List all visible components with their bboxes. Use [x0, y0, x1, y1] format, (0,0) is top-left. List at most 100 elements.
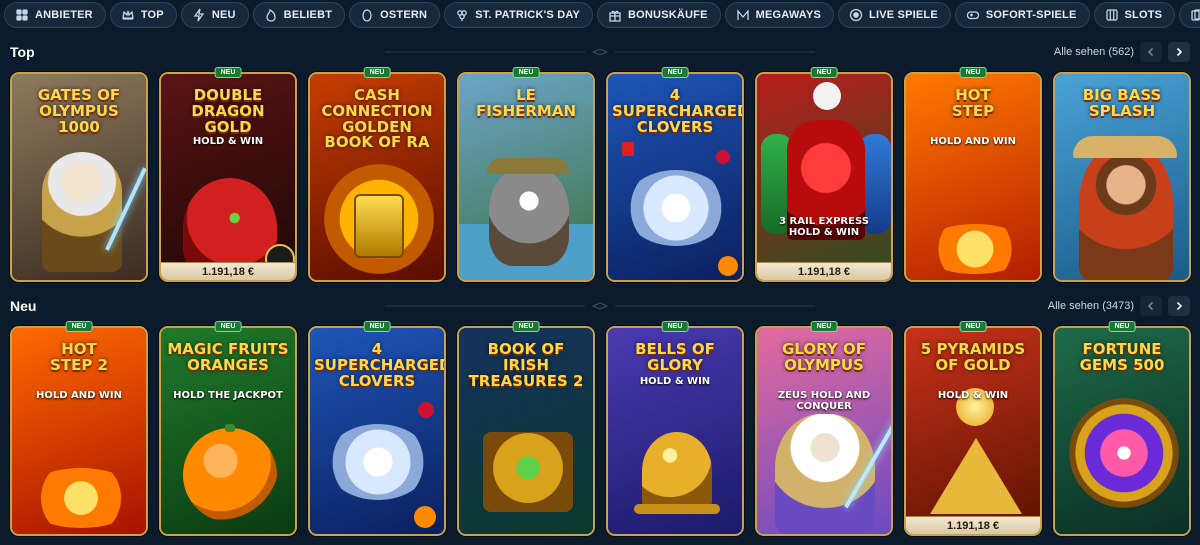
game-tile[interactable]: 4 Supercharged Clovers — [606, 72, 744, 282]
game-subtitle: HOLD & WIN — [192, 136, 264, 147]
game-subtitle: HOLD AND WIN — [929, 136, 1017, 147]
flame-icon — [266, 8, 276, 22]
nav-pill-bonuskäufe[interactable]: BONUSKÄUFE — [597, 2, 721, 28]
new-badge: NEU — [661, 321, 689, 332]
game-tile[interactable]: Le Fisherman — [457, 72, 595, 282]
new-badge: NEU — [959, 67, 987, 78]
game-tile[interactable]: 5 Pyramids of Gold HOLD & WIN 1.191,18 € — [904, 326, 1042, 536]
game-tile[interactable]: Fortune Gems 500 — [1053, 326, 1191, 536]
game-title: Bells of Glory — [635, 340, 715, 374]
nav-pill-label: ANBIETER — [35, 9, 93, 21]
nav-pill-label: LIVE SPIELE — [869, 9, 938, 21]
chevron-left-icon — [1147, 301, 1154, 311]
game-title: Double Dragon Gold — [191, 86, 265, 136]
nav-pill-ostern[interactable]: OSTERN — [349, 2, 441, 28]
nav-pill-live-spiele[interactable]: LIVE SPIELE — [838, 2, 951, 28]
new-badge: NEU — [512, 321, 540, 332]
section-title: Neu — [10, 298, 37, 314]
grid-icon — [16, 9, 28, 21]
lightning-icon — [193, 8, 205, 22]
games-row-top: Gates of Olympus 1000 Double Dragon Gold H… — [10, 67, 1194, 282]
game-card: Hot Step HOLD AND WIN NEU — [904, 67, 1042, 282]
game-title: Book of Irish Treasures 2 — [468, 340, 584, 390]
egg-icon — [362, 9, 372, 22]
nav-pill-label: MEGAWAYS — [755, 9, 822, 21]
see-all-link[interactable]: Alle sehen (3473) — [1048, 300, 1134, 312]
category-nav: ANBIETER TOP NEU BELIEBT OSTERN ST. PATRICK'S… — [0, 0, 1200, 32]
nav-pill-label: ST. PATRICK'S DAY — [475, 9, 581, 21]
new-badge: NEU — [810, 67, 838, 78]
game-card: 4 Supercharged Clovers NEU — [308, 321, 446, 536]
cards-icon — [1191, 9, 1200, 21]
game-tile[interactable]: Cash Connection Golden Book of Ra — [308, 72, 446, 282]
slot-machine-icon — [1105, 9, 1118, 21]
game-title: Big Bass Splash — [1082, 86, 1162, 120]
megaways-icon — [736, 9, 749, 20]
game-tile[interactable]: Magic Fruits Oranges HOLD THE JACKPOT — [159, 326, 297, 536]
game-tile[interactable]: Glory of Olympus ZEUS HOLD AND CONQUER — [755, 326, 893, 536]
game-card: Le Fisherman NEU — [457, 67, 595, 282]
game-card: Fortune Gems 500 NEU — [1053, 321, 1191, 536]
prev-button[interactable] — [1140, 42, 1162, 62]
nav-pill-st-patrick-s-day[interactable]: ST. PATRICK'S DAY — [444, 2, 594, 28]
game-title: Hot Step 2 — [50, 340, 108, 374]
game-card: Hot Step 2 HOLD AND WIN NEU — [10, 321, 148, 536]
crown-icon — [122, 10, 134, 20]
game-tile[interactable]: 4 Supercharged Clovers — [308, 326, 446, 536]
game-tile[interactable]: Big Bass Splash — [1053, 72, 1191, 282]
game-title: Le Fisherman — [475, 86, 577, 120]
game-subtitle: HOLD AND WIN — [35, 390, 123, 401]
nav-pill-sofort-spiele[interactable]: SOFORT-SPIELE — [954, 2, 1090, 28]
game-card: Glory of Olympus ZEUS HOLD AND CONQUER NEU — [755, 321, 893, 536]
chevron-right-icon — [1176, 301, 1183, 311]
section-header-neu: Neu Alle sehen (3473) — [10, 295, 1190, 317]
game-tile[interactable]: Double Dragon Gold HOLD & WIN 1.191,18 € — [159, 72, 297, 282]
game-tile[interactable]: 3 RAIL EXPRESS HOLD & WIN 1.191,18 € — [755, 72, 893, 282]
nav-pill-slots[interactable]: SLOTS — [1093, 2, 1176, 28]
nav-pill-beliebt[interactable]: BELIEBT — [252, 2, 346, 28]
game-subtitle: HOLD & WIN — [937, 390, 1009, 401]
nav-pill-anbieter[interactable]: ANBIETER — [4, 2, 106, 28]
jackpot-amount: 1.191,18 € — [906, 516, 1040, 534]
game-tile[interactable]: Bells of Glory HOLD & WIN — [606, 326, 744, 536]
nav-pill-label: BONUSKÄUFE — [628, 9, 708, 21]
game-subtitle: ZEUS HOLD AND CONQUER — [777, 390, 871, 412]
next-button[interactable] — [1168, 296, 1190, 316]
clover-icon — [457, 10, 468, 21]
game-title: Cash Connection Golden Book of Ra — [321, 86, 433, 152]
see-all-link[interactable]: Alle sehen (562) — [1054, 46, 1134, 58]
new-badge: NEU — [65, 321, 93, 332]
game-card: 4 Supercharged Clovers NEU — [606, 67, 744, 282]
game-title: Magic Fruits Oranges — [167, 340, 289, 374]
game-subtitle: 3 RAIL EXPRESS HOLD & WIN — [779, 216, 869, 238]
next-button[interactable] — [1168, 42, 1190, 62]
new-badge: NEU — [661, 67, 689, 78]
chevron-left-icon — [1147, 47, 1154, 57]
live-icon — [849, 8, 863, 22]
nav-pill-label: SLOTS — [1124, 9, 1163, 21]
game-card: Cash Connection Golden Book of Ra NEU — [308, 67, 446, 282]
chevron-right-icon — [1176, 47, 1183, 57]
nav-pill-label: OSTERN — [380, 9, 428, 21]
game-tile[interactable]: Hot Step 2 HOLD AND WIN — [10, 326, 148, 536]
nav-pill-label: SOFORT-SPIELE — [985, 9, 1077, 21]
new-badge: NEU — [512, 67, 540, 78]
nav-pill-neu[interactable]: NEU — [180, 2, 249, 28]
game-tile[interactable]: Gates of Olympus 1000 — [10, 72, 148, 282]
section-header-top: Top Alle sehen (562) — [10, 41, 1190, 63]
nav-pill-megaways[interactable]: MEGAWAYS — [724, 2, 835, 28]
game-tile[interactable]: Hot Step HOLD AND WIN — [904, 72, 1042, 282]
nav-pill-label: TOP — [140, 9, 164, 21]
nav-pill-label: NEU — [211, 9, 236, 21]
nav-pill-top[interactable]: TOP — [109, 2, 177, 28]
new-badge: NEU — [959, 321, 987, 332]
game-card: Gates of Olympus 1000 — [10, 72, 148, 282]
prev-button[interactable] — [1140, 296, 1162, 316]
new-badge: NEU — [1108, 321, 1136, 332]
game-title: 4 Supercharged Clovers — [612, 86, 744, 136]
game-tile[interactable]: Book of Irish Treasures 2 — [457, 326, 595, 536]
nav-pill-tischspiele[interactable]: TISCHSPIELE — [1179, 2, 1200, 28]
game-title: Hot Step — [951, 86, 995, 120]
nav-pill-label: BELIEBT — [283, 9, 333, 21]
jackpot-amount: 1.191,18 € — [161, 262, 295, 280]
